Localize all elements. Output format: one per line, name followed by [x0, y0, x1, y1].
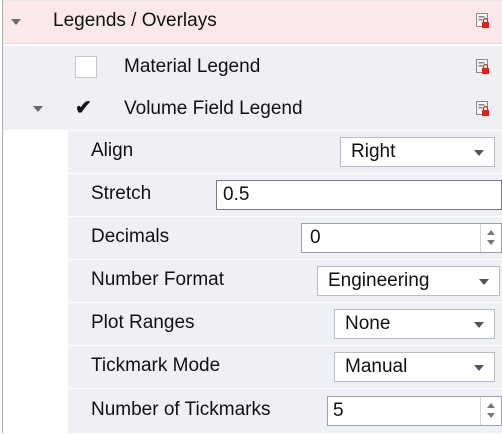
plot-ranges-property-row: Plot Ranges None	[68, 303, 502, 346]
number-format-value: Engineering	[328, 270, 430, 291]
expand-triangle-icon[interactable]	[33, 106, 43, 112]
stretch-input[interactable]: 0.5	[216, 180, 502, 210]
align-label: Align	[91, 140, 134, 161]
material-legend-checkbox[interactable]	[75, 56, 97, 78]
decimals-label: Decimals	[91, 226, 170, 247]
decimals-value: 0	[310, 227, 321, 248]
plot-ranges-value: None	[345, 313, 391, 334]
volume-field-legend-label: Volume Field Legend	[124, 98, 303, 119]
chevron-down-icon	[474, 322, 484, 328]
spin-up-icon[interactable]	[487, 230, 495, 235]
number-of-tickmarks-label: Number of Tickmarks	[91, 399, 271, 420]
align-property-row: Align Right	[68, 131, 502, 174]
spin-down-icon[interactable]	[487, 240, 495, 245]
number-of-tickmarks-spinbox[interactable]: 5	[327, 396, 502, 426]
number-of-tickmarks-value: 5	[333, 400, 344, 421]
number-format-label: Number Format	[91, 269, 225, 290]
decimals-spinbox[interactable]: 0	[301, 223, 502, 253]
chevron-down-icon	[474, 365, 484, 371]
number-of-tickmarks-property-row: Number of Tickmarks 5	[68, 389, 502, 434]
plot-ranges-select[interactable]: None	[334, 309, 495, 339]
spin-buttons[interactable]	[480, 224, 501, 252]
number-format-property-row: Number Format Engineering	[68, 260, 502, 303]
expand-triangle-icon[interactable]	[11, 19, 21, 25]
stretch-label: Stretch	[91, 183, 152, 204]
volume-field-legend-row[interactable]: ✔ Volume Field Legend	[3, 88, 502, 130]
align-select[interactable]: Right	[340, 137, 495, 167]
tickmark-mode-select[interactable]: Manual	[334, 352, 495, 382]
plot-ranges-label: Plot Ranges	[91, 312, 195, 333]
material-legend-label: Material Legend	[124, 56, 261, 77]
spin-up-icon[interactable]	[487, 403, 495, 408]
stretch-property-row: Stretch 0.5	[68, 174, 502, 217]
align-value: Right	[351, 141, 396, 162]
section-title: Legends / Overlays	[53, 10, 217, 31]
legends-overlays-section[interactable]: Legends / Overlays	[3, 0, 502, 44]
chevron-down-icon	[474, 150, 484, 156]
tickmark-mode-label: Tickmark Mode	[91, 355, 221, 376]
checkmark-icon[interactable]: ✔	[75, 98, 92, 118]
tickmark-mode-value: Manual	[345, 356, 408, 377]
properties-panel: Legends / Overlays Material Legend ✔ Vol…	[0, 0, 502, 434]
spin-down-icon[interactable]	[487, 413, 495, 418]
material-legend-row[interactable]: Material Legend	[3, 46, 502, 88]
stretch-value: 0.5	[223, 184, 250, 205]
lock-badge-icon[interactable]	[476, 13, 490, 29]
lock-badge-icon[interactable]	[476, 101, 490, 117]
decimals-property-row: Decimals 0	[68, 217, 502, 260]
lock-badge-icon[interactable]	[476, 59, 490, 75]
tickmark-mode-property-row: Tickmark Mode Manual	[68, 346, 502, 389]
number-format-select[interactable]: Engineering	[317, 266, 500, 296]
spin-buttons[interactable]	[480, 397, 501, 425]
chevron-down-icon	[479, 279, 489, 285]
